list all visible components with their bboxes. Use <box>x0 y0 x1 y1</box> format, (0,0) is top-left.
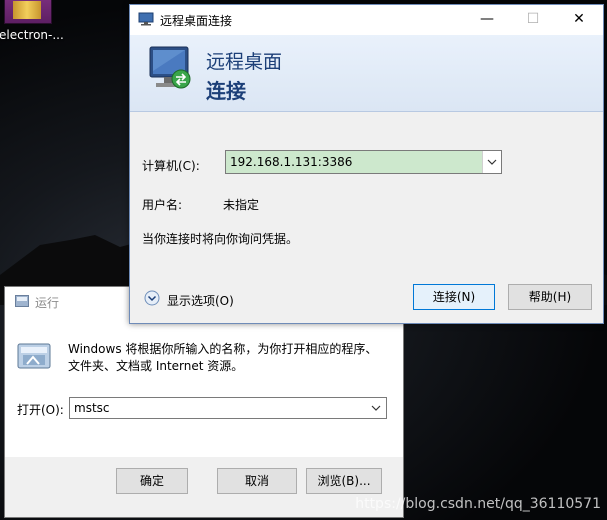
remote-desktop-dialog: 远程桌面连接 — ☐ ✕ 远程桌面 连接 计算机(C): 192.168.1.1… <box>129 4 604 324</box>
chevron-down-icon[interactable] <box>368 399 384 417</box>
help-button[interactable]: 帮助(H) <box>508 284 592 310</box>
desktop-icon-label: electron-... <box>0 28 64 42</box>
run-footer: 确定 取消 浏览(B)... <box>5 457 403 517</box>
run-title: 运行 <box>35 296 60 310</box>
open-label: 打开(O): <box>17 403 64 417</box>
browse-button[interactable]: 浏览(B)... <box>306 468 382 494</box>
connect-button[interactable]: 连接(N) <box>413 284 495 310</box>
show-options-link[interactable]: 显示选项(O) <box>167 292 234 309</box>
close-button[interactable]: ✕ <box>556 5 602 35</box>
banner-title-line2: 连接 <box>206 79 246 103</box>
banner-title-line1: 远程桌面 <box>206 51 283 73</box>
expand-options-icon[interactable] <box>144 290 160 306</box>
maximize-button[interactable]: ☐ <box>510 5 556 35</box>
rdp-titlebar[interactable]: 远程桌面连接 — ☐ ✕ <box>130 5 603 35</box>
rdp-app-icon <box>138 12 154 26</box>
run-app-icon <box>15 295 29 307</box>
open-input-value[interactable]: mstsc <box>74 401 110 415</box>
remote-monitor-icon <box>149 46 191 89</box>
computer-label: 计算机(C): <box>142 159 200 173</box>
minimize-button[interactable]: — <box>464 5 510 35</box>
run-description: Windows 将根据你所输入的名称，为你打开相应的程序、文件夹、文档或 Int… <box>68 342 378 373</box>
computer-combobox[interactable]: 192.168.1.131:3386 <box>225 150 502 174</box>
watermark: https://blog.csdn.net/qq_36110571 <box>355 496 601 512</box>
rdp-title: 远程桌面连接 <box>160 14 233 28</box>
winrar-archive-icon <box>4 0 52 24</box>
run-program-icon <box>17 343 51 369</box>
rdp-banner: 远程桌面 连接 <box>130 35 603 112</box>
rdp-content: 计算机(C): 192.168.1.131:3386 用户名: 未指定 当你连接… <box>130 112 603 323</box>
computer-dropdown-button[interactable] <box>482 151 501 173</box>
username-label: 用户名: <box>142 198 183 212</box>
cancel-button[interactable]: 取消 <box>217 468 297 494</box>
chevron-down-icon <box>487 159 497 165</box>
open-combobox[interactable]: mstsc <box>69 397 387 419</box>
desktop-icon-electron[interactable]: electron-... <box>0 0 64 46</box>
ok-button[interactable]: 确定 <box>116 468 188 494</box>
run-body: Windows 将根据你所输入的名称，为你打开相应的程序、文件夹、文档或 Int… <box>5 317 403 457</box>
credentials-note: 当你连接时将向你询问凭据。 <box>142 232 299 246</box>
computer-input-value[interactable]: 192.168.1.131:3386 <box>230 155 352 169</box>
username-value: 未指定 <box>223 198 260 212</box>
